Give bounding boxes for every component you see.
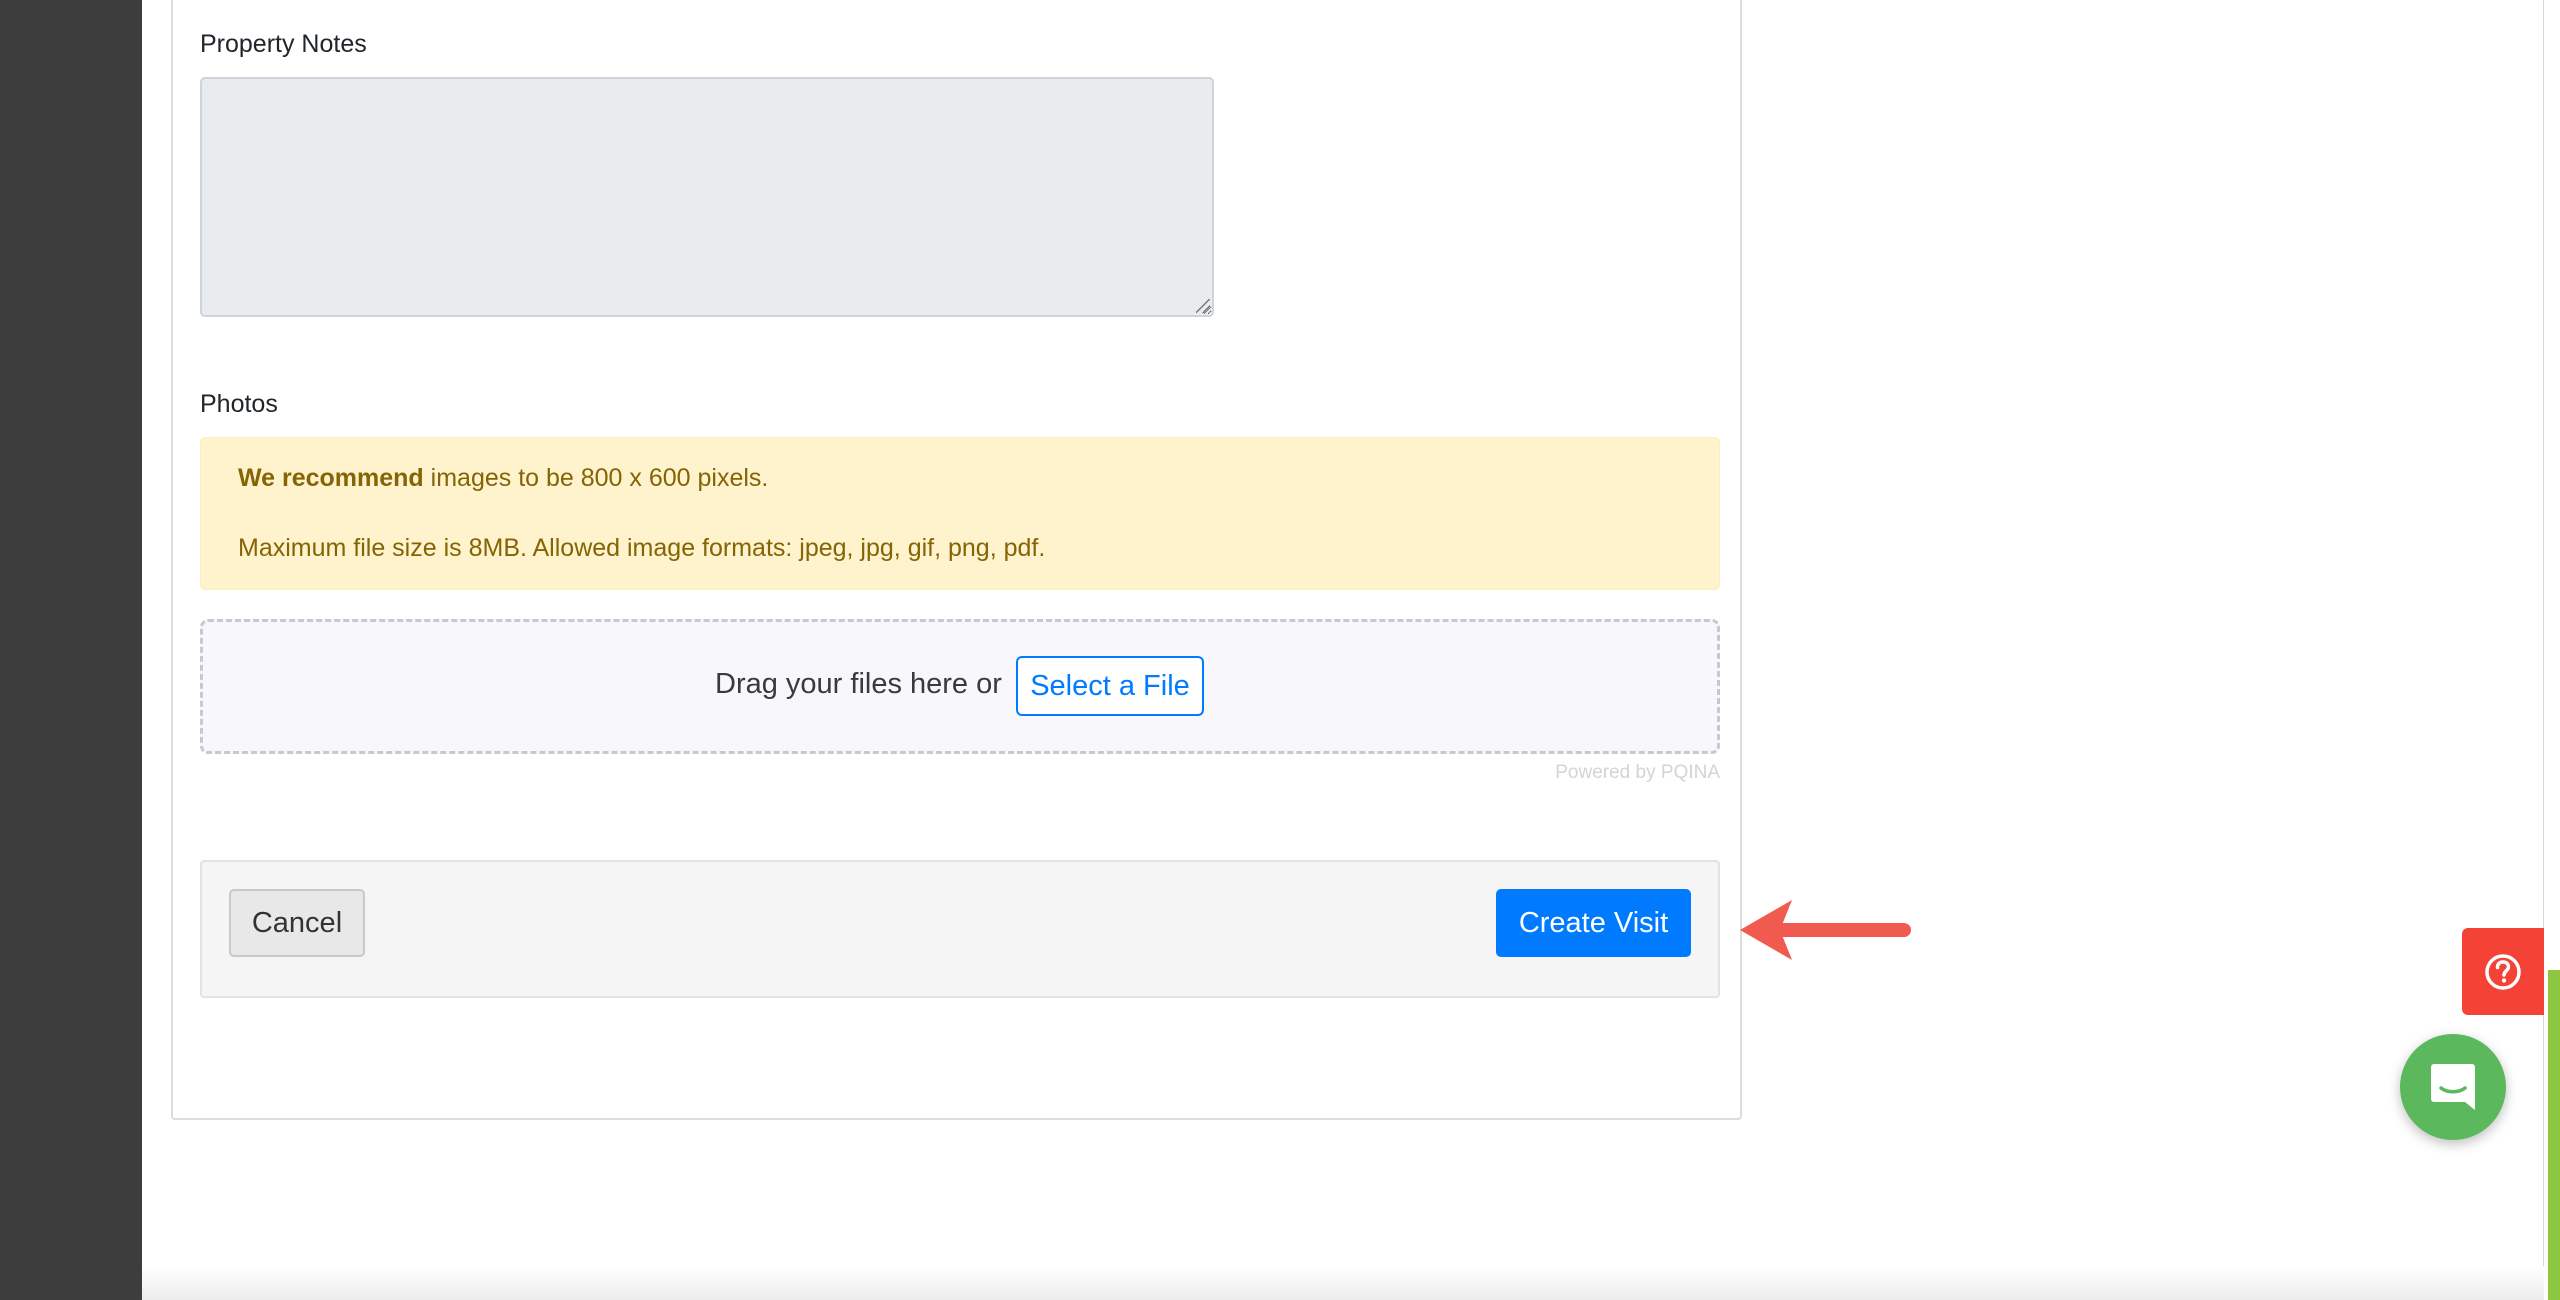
chat-launcher-button[interactable]	[2400, 1034, 2506, 1140]
property-notes-textarea[interactable]	[200, 77, 1214, 317]
image-recommendation-alert: We recommend images to be 800 x 600 pixe…	[200, 437, 1720, 590]
right-edge-accent	[2548, 970, 2560, 1300]
question-circle-icon	[2485, 953, 2521, 990]
photos-label: Photos	[200, 390, 278, 418]
chat-bubble-icon	[2431, 1064, 2475, 1110]
left-sidebar	[0, 0, 142, 1300]
create-visit-button[interactable]: Create Visit	[1496, 889, 1691, 957]
bottom-shadow	[142, 1266, 2544, 1300]
powered-by-text: Powered by PQINA	[1555, 762, 1720, 783]
select-file-button[interactable]: Select a File	[1016, 656, 1204, 716]
alert-recommendation-line: We recommend images to be 800 x 600 pixe…	[238, 464, 768, 493]
help-button[interactable]	[2462, 928, 2544, 1015]
annotation-arrow-icon	[1740, 900, 1911, 960]
property-notes-label: Property Notes	[200, 30, 367, 58]
form-actions-panel	[200, 860, 1720, 998]
cancel-button[interactable]: Cancel	[229, 889, 365, 957]
textarea-resize-handle[interactable]	[1196, 299, 1210, 313]
alert-recommendation-text: images to be 800 x 600 pixels.	[423, 464, 769, 492]
alert-recommendation-bold: We recommend	[238, 464, 424, 492]
alert-file-info: Maximum file size is 8MB. Allowed image …	[238, 534, 1046, 562]
dropzone-instruction: Drag your files here or	[715, 668, 1002, 700]
